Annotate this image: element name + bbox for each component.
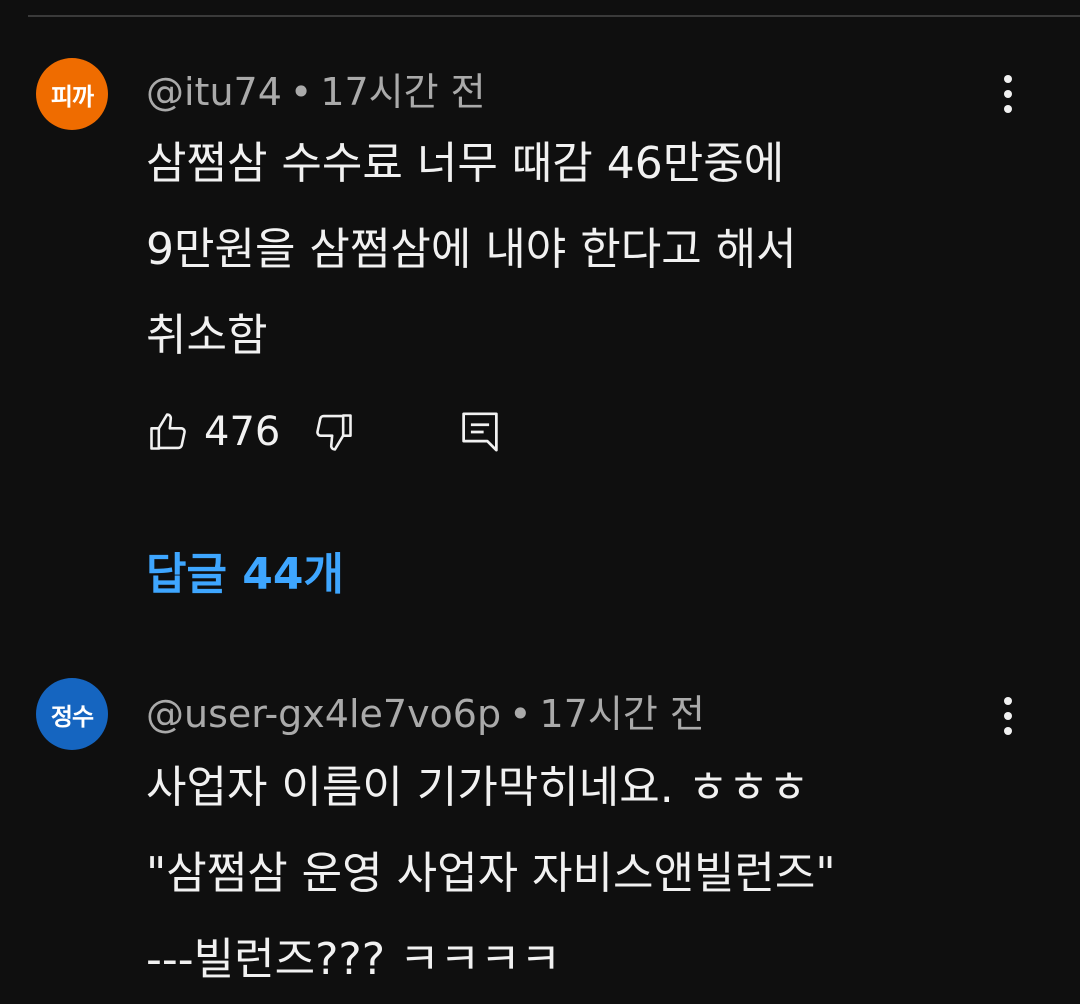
comment-line: 사업자 이름이 기가막히네요. ㅎㅎㅎ bbox=[146, 762, 810, 813]
comment-line: 삼쩜삼 수수료 너무 때감 46만중에 bbox=[146, 138, 785, 189]
comment-line: "삼쩜삼 운영 사업자 자비스앤빌런즈" bbox=[146, 848, 836, 899]
author-name[interactable]: @user-gx4le7vo6p bbox=[146, 692, 501, 736]
meta-separator: • bbox=[509, 692, 532, 736]
avatar-text: 피까 bbox=[50, 82, 94, 111]
reply-icon[interactable] bbox=[460, 410, 500, 454]
like-count: 476 bbox=[204, 409, 281, 455]
comment-meta: @itu74 • 17시간 전 bbox=[146, 68, 486, 116]
replies-button[interactable]: 답글 44개 bbox=[146, 538, 344, 602]
thumbs-down-icon[interactable] bbox=[312, 410, 356, 454]
author-name[interactable]: @itu74 bbox=[146, 70, 282, 114]
more-vert-icon[interactable] bbox=[992, 692, 1024, 740]
comment-body: 삼쩜삼 수수료 너무 때감 46만중에 9만원을 삼쩜삼에 내야 한다고 해서 … bbox=[146, 121, 1046, 379]
comment-line: 9만원을 삼쩜삼에 내야 한다고 해서 bbox=[146, 224, 797, 275]
comment-body: 사업자 이름이 기가막히네요. ㅎㅎㅎ "삼쩜삼 운영 사업자 자비스앤빌런즈"… bbox=[146, 745, 1046, 1003]
comment-actions: 476 bbox=[146, 404, 500, 460]
comment-time: 17시간 전 bbox=[539, 692, 705, 736]
thumbs-up-icon[interactable] bbox=[146, 410, 190, 454]
comment-meta: @user-gx4le7vo6p • 17시간 전 bbox=[146, 690, 705, 738]
comment-time: 17시간 전 bbox=[320, 70, 486, 114]
avatar[interactable]: 피까 bbox=[36, 58, 108, 130]
comment-line: 취소함 bbox=[146, 310, 268, 361]
top-divider bbox=[28, 15, 1080, 17]
avatar-text: 정수 bbox=[50, 702, 94, 731]
comment-line: ---빌런즈??? ㅋㅋㅋㅋ bbox=[146, 934, 562, 985]
more-vert-icon[interactable] bbox=[992, 70, 1024, 118]
avatar[interactable]: 정수 bbox=[36, 678, 108, 750]
meta-separator: • bbox=[289, 70, 313, 114]
